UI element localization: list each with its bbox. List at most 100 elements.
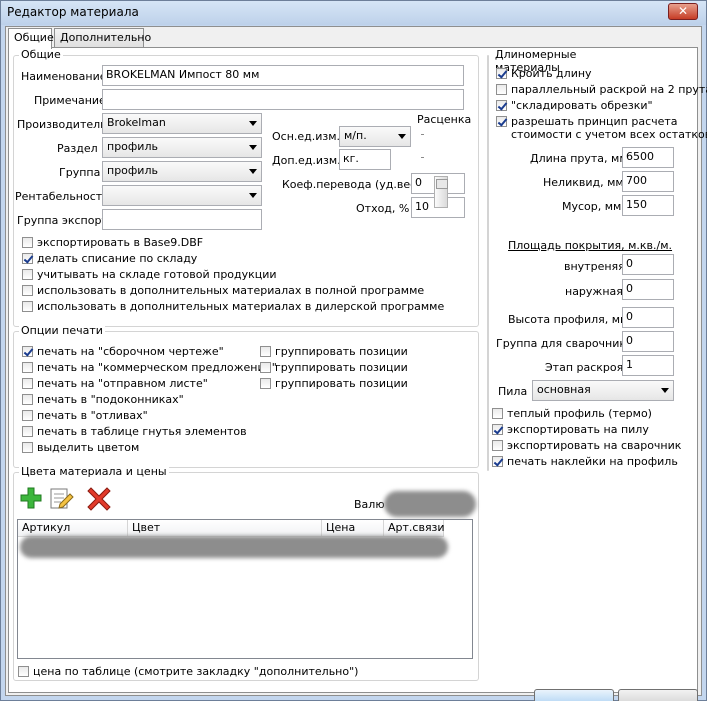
main-unit-select[interactable]: м/п. (339, 126, 411, 147)
delete-button[interactable] (86, 485, 112, 511)
manufacturer-select[interactable]: Brokelman (102, 113, 262, 134)
waste-label: Отход, % (356, 202, 410, 215)
checkbox[interactable] (22, 346, 33, 357)
checkbox[interactable] (260, 346, 271, 357)
group-label: Группа (59, 166, 101, 179)
check-parallel-cut[interactable]: параллельный раскрой на 2 прута (496, 83, 707, 97)
add-button[interactable] (18, 485, 44, 511)
checkbox[interactable] (22, 394, 33, 405)
column-header-linked-article[interactable]: Арт.связи (384, 520, 445, 537)
column-header-price[interactable]: Цена (322, 520, 384, 537)
checkbox[interactable] (260, 362, 271, 373)
check-group-positions-3[interactable]: группировать позиции (260, 377, 408, 391)
name-field[interactable]: BROKELMAN Импост 80 мм (102, 65, 464, 86)
column-header-color[interactable]: Цвет (128, 520, 322, 537)
checkbox[interactable] (22, 301, 33, 312)
checkbox[interactable] (492, 408, 503, 419)
profitability-select[interactable] (102, 185, 262, 206)
note-field[interactable] (102, 89, 464, 110)
check-print-drips[interactable]: печать в "отливах" (22, 409, 148, 423)
welder-group-label: Группа для сварочника (496, 337, 633, 350)
trash-field[interactable]: 150 (622, 195, 674, 216)
group-value: профиль (107, 164, 158, 177)
edit-button[interactable] (48, 485, 74, 511)
checkbox[interactable] (22, 362, 33, 373)
checkbox[interactable] (22, 378, 33, 389)
check-export-welder[interactable]: экспортировать на сварочник (492, 439, 681, 453)
inner-field[interactable]: 0 (622, 254, 674, 275)
close-icon: ✕ (677, 4, 689, 18)
checkbox[interactable] (22, 442, 33, 453)
check-use-full-program[interactable]: использовать в дополнительных материалах… (22, 284, 424, 298)
checkbox[interactable] (496, 116, 507, 127)
group-select[interactable]: профиль (102, 161, 262, 182)
close-button[interactable]: ✕ (668, 3, 698, 20)
check-price-from-table[interactable]: цена по таблице (смотрите закладку "допо… (18, 665, 358, 679)
rate-slider[interactable] (434, 176, 448, 208)
checkbox[interactable] (496, 100, 507, 111)
column-header-article[interactable]: Артикул (18, 520, 128, 537)
cancel-button-partial[interactable] (618, 689, 698, 701)
checkbox[interactable] (492, 440, 503, 451)
check-warm-profile[interactable]: теплый профиль (термо) (492, 407, 652, 421)
chevron-down-icon (398, 134, 406, 139)
extra-unit-label: Доп.ед.изм. (272, 154, 341, 167)
checkbox[interactable] (22, 285, 33, 296)
check-export-saw[interactable]: экспортировать на пилу (492, 423, 649, 437)
chevron-down-icon (249, 169, 257, 174)
checkbox[interactable] (22, 253, 33, 264)
saw-select[interactable]: основная (532, 380, 674, 401)
check-print-sticker[interactable]: печать наклейки на профиль (492, 455, 678, 469)
coverage-title: Площадь покрытия, м.кв./м. (508, 239, 673, 252)
checkbox[interactable] (22, 426, 33, 437)
check-store-offcuts[interactable]: "складировать обрезки" (496, 99, 653, 113)
check-export-base9[interactable]: экспортировать в Base9.DBF (22, 236, 203, 250)
checkbox[interactable] (260, 378, 271, 389)
check-allow-remainders[interactable]: разрешать принцип расчета (496, 115, 678, 129)
general-group-title: Общие (19, 48, 63, 61)
check-finished-goods[interactable]: учитывать на складе готовой продукции (22, 268, 277, 282)
check-use-dealer-program[interactable]: использовать в дополнительных материалах… (22, 300, 444, 314)
check-highlight-color[interactable]: выделить цветом (22, 441, 139, 455)
title-bar[interactable]: Редактор материала ✕ (1, 1, 706, 25)
checkbox[interactable] (496, 84, 507, 95)
colors-table[interactable]: Артикул Цвет Цена Арт.связи (17, 519, 473, 659)
tab-additional[interactable]: Дополнительно (54, 28, 151, 48)
print-options-title: Опции печати (19, 324, 105, 337)
currency-label: Валю (354, 498, 385, 511)
ok-button-partial[interactable] (534, 689, 614, 701)
manufacturer-label: Производитель (17, 118, 107, 131)
check-print-shipping[interactable]: печать на "отправном листе" (22, 377, 208, 391)
checkbox[interactable] (22, 410, 33, 421)
checkbox[interactable] (18, 666, 29, 677)
extra-unit-field[interactable]: кг. (339, 149, 391, 170)
illiquid-field[interactable]: 700 (622, 171, 674, 192)
export-group-field[interactable] (102, 209, 262, 230)
check-group-positions-2[interactable]: группировать позиции (260, 361, 408, 375)
outer-field[interactable]: 0 (622, 279, 674, 300)
check-print-commercial[interactable]: печать на "коммерческом предложении" (22, 361, 277, 375)
check-write-off-stock[interactable]: делать списание по складу (22, 252, 197, 266)
allow-remainders-label-line2: стоимости с учетом всех остатков (511, 128, 707, 141)
bar-length-field[interactable]: 6500 (622, 147, 674, 168)
check-print-bending[interactable]: печать в таблице гнутья элементов (22, 425, 247, 439)
check-print-sills[interactable]: печать в "подоконниках" (22, 393, 184, 407)
chevron-down-icon (249, 193, 257, 198)
checkbox[interactable] (22, 237, 33, 248)
check-cut-length[interactable]: Кроить длину (496, 67, 592, 81)
checkbox[interactable] (496, 68, 507, 79)
tab-general[interactable]: Общие (8, 28, 54, 49)
checkbox[interactable] (22, 269, 33, 280)
cut-stage-field[interactable]: 1 (622, 355, 674, 376)
checkbox[interactable] (492, 456, 503, 467)
inner-label: внутреняя (564, 260, 625, 273)
profile-height-field[interactable]: 0 (622, 307, 674, 328)
checkbox[interactable] (492, 424, 503, 435)
profile-height-label: Высота профиля, мм. (508, 313, 632, 326)
check-print-assembly[interactable]: печать на "сборочном чертеже" (22, 345, 224, 359)
welder-group-field[interactable]: 0 (622, 331, 674, 352)
check-group-positions-1[interactable]: группировать позиции (260, 345, 408, 359)
section-select[interactable]: профиль (102, 137, 262, 158)
main-unit-value: м/п. (344, 129, 367, 142)
rate-label: Расценка (417, 113, 472, 126)
